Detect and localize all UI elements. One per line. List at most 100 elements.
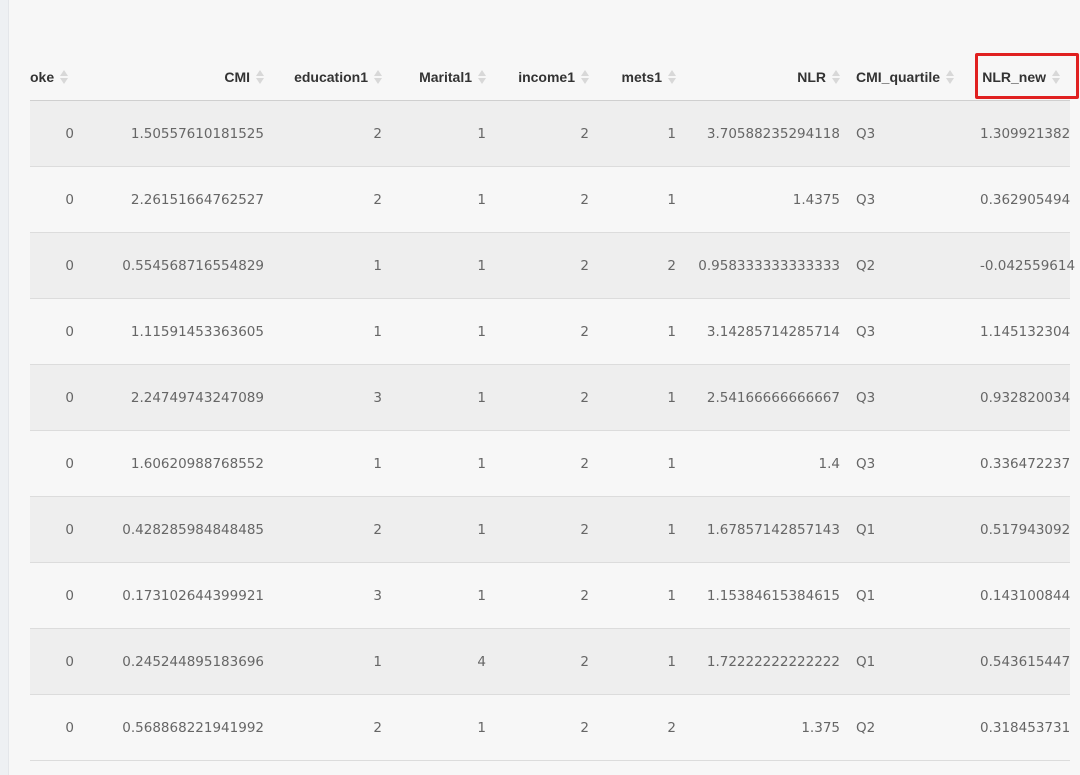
cell-marital1: 1: [392, 298, 496, 365]
sort-both-icon[interactable]: [256, 69, 264, 85]
cell-cmi-quartile: Q3: [850, 100, 974, 167]
table-row[interactable]: 0 0.554568716554829 1 1 2 2 0.958333333333333 Q…: [30, 232, 1075, 299]
cell-nlr-new: 0.932820034: [974, 364, 1070, 431]
cell-education1: 1: [274, 628, 392, 695]
table-row[interactable]: 0 1.50557610181525 2 1 2 1 3.70588235294118 Q3 1…: [30, 100, 1070, 167]
cell-education1: 2: [274, 100, 392, 167]
cell-marital1: 1: [392, 562, 496, 629]
cell-cmi: 0.173102644399921: [84, 562, 274, 629]
table-row[interactable]: 0 2.26151664762527 2 1 2 1 1.4375 Q3 0.362905494: [30, 166, 1070, 233]
cell-mets1: 1: [599, 100, 686, 167]
cell-nlr: 3.70588235294118: [686, 100, 850, 167]
cell-cmi: 0.245244895183696: [84, 628, 274, 695]
cell-cmi-quartile: Q3: [850, 298, 974, 365]
column-header-smoke[interactable]: oke: [30, 52, 84, 101]
cell-cmi: 2.24749743247089: [84, 364, 274, 431]
cell-income1: 2: [496, 100, 599, 167]
column-header-label: education1: [294, 68, 368, 85]
cell-mets1: 1: [599, 628, 686, 695]
left-panel-edge: [0, 0, 9, 775]
cell-nlr: 1.4375: [686, 166, 850, 233]
cell-cmi-quartile: Q1: [850, 496, 974, 563]
cell-nlr-new: 0.543615447: [974, 628, 1070, 695]
table-row[interactable]: 0 2.24749743247089 3 1 2 1 2.54166666666667 Q3 0…: [30, 364, 1070, 431]
cell-smoke: 0: [30, 364, 84, 431]
cell-income1: 2: [496, 430, 599, 497]
column-header-mets1[interactable]: mets1: [599, 52, 686, 101]
table-row[interactable]: 0 0.245244895183696 1 4 2 1 1.72222222222222 Q1…: [30, 628, 1070, 695]
cell-smoke: 0: [30, 100, 84, 167]
cell-marital1: 1: [392, 430, 496, 497]
cell-cmi-quartile: Q2: [850, 232, 974, 299]
cell-cmi-quartile: Q3: [850, 166, 974, 233]
sort-both-icon[interactable]: [1052, 69, 1060, 85]
cell-mets1: 1: [599, 166, 686, 233]
cell-cmi: 0.568868221941992: [84, 694, 274, 761]
cell-income1: 2: [496, 694, 599, 761]
cell-mets1: 1: [599, 430, 686, 497]
cell-nlr-new: 0.517943092: [974, 496, 1070, 563]
cell-nlr: 1.15384615384615: [686, 562, 850, 629]
cell-cmi-quartile: Q1: [850, 562, 974, 629]
cell-smoke: 0: [30, 430, 84, 497]
table-row[interactable]: 0 1.11591453363605 1 1 2 1 3.14285714285714 Q3 1…: [30, 298, 1070, 365]
sort-both-icon[interactable]: [478, 69, 486, 85]
cell-education1: 1: [274, 232, 392, 299]
sort-both-icon[interactable]: [946, 69, 955, 85]
cell-income1: 2: [496, 166, 599, 233]
sort-both-icon[interactable]: [581, 69, 589, 85]
column-header-income1[interactable]: income1: [496, 52, 599, 101]
cell-income1: 2: [496, 628, 599, 695]
data-table-container: oke CMI education1 Marital1 income1 mets1 NLR C…: [30, 52, 1080, 761]
column-header-label: CMI_quartile: [856, 68, 941, 85]
cell-income1: 2: [496, 562, 599, 629]
column-header-label: NLR_new: [982, 68, 1046, 85]
cell-education1: 2: [274, 694, 392, 761]
cell-income1: 2: [496, 298, 599, 365]
cell-nlr: 0.958333333333333: [686, 232, 850, 299]
cell-smoke: 0: [30, 232, 84, 299]
cell-smoke: 0: [30, 628, 84, 695]
cell-education1: 3: [274, 562, 392, 629]
table-body: 0 1.50557610181525 2 1 2 1 3.70588235294118 Q3 1…: [30, 100, 1075, 761]
column-header-label: income1: [518, 68, 575, 85]
column-header-label: mets1: [621, 68, 662, 85]
cell-income1: 2: [496, 232, 599, 299]
table-row[interactable]: 0 0.428285984848485 2 1 2 1 1.67857142857143 Q1…: [30, 496, 1070, 563]
cell-nlr: 3.14285714285714: [686, 298, 850, 365]
sort-both-icon[interactable]: [668, 69, 676, 85]
column-header-label: Marital1: [419, 68, 472, 85]
cell-nlr: 1.4: [686, 430, 850, 497]
cell-cmi-quartile: Q3: [850, 364, 974, 431]
cell-cmi-quartile: Q1: [850, 628, 974, 695]
cell-nlr: 1.67857142857143: [686, 496, 850, 563]
cell-cmi: 1.60620988768552: [84, 430, 274, 497]
column-header-education1[interactable]: education1: [274, 52, 392, 101]
cell-cmi: 2.26151664762527: [84, 166, 274, 233]
cell-nlr-new: 1.309921382: [974, 100, 1070, 167]
sort-both-icon[interactable]: [832, 69, 840, 85]
header-row: oke CMI education1 Marital1 income1 mets1 NLR C…: [30, 52, 1079, 101]
column-header-nlr-new[interactable]: NLR_new: [974, 52, 1079, 101]
sort-both-icon[interactable]: [374, 69, 382, 85]
table-header: oke CMI education1 Marital1 income1 mets1 NLR C…: [30, 52, 1079, 101]
cell-smoke: 0: [30, 298, 84, 365]
cell-cmi: 0.554568716554829: [84, 232, 274, 299]
column-header-marital1[interactable]: Marital1: [392, 52, 496, 101]
column-header-label: oke: [30, 68, 55, 85]
table-row[interactable]: 0 0.173102644399921 3 1 2 1 1.15384615384615 Q1…: [30, 562, 1070, 629]
cell-mets1: 2: [599, 694, 686, 761]
table-row[interactable]: 0 0.568868221941992 2 1 2 2 1.375 Q2 0.318453731: [30, 694, 1070, 761]
cell-marital1: 1: [392, 496, 496, 563]
column-header-cmi-quartile[interactable]: CMI_quartile: [850, 52, 974, 101]
column-header-label: CMI: [224, 68, 250, 85]
column-header-nlr[interactable]: NLR: [686, 52, 850, 101]
cell-smoke: 0: [30, 694, 84, 761]
sort-both-icon[interactable]: [60, 69, 69, 85]
cell-nlr-new: 0.143100844: [974, 562, 1070, 629]
cell-education1: 2: [274, 496, 392, 563]
cell-marital1: 1: [392, 100, 496, 167]
cell-cmi-quartile: Q2: [850, 694, 974, 761]
table-row[interactable]: 0 1.60620988768552 1 1 2 1 1.4 Q3 0.336472237: [30, 430, 1070, 497]
column-header-cmi[interactable]: CMI: [84, 52, 274, 101]
